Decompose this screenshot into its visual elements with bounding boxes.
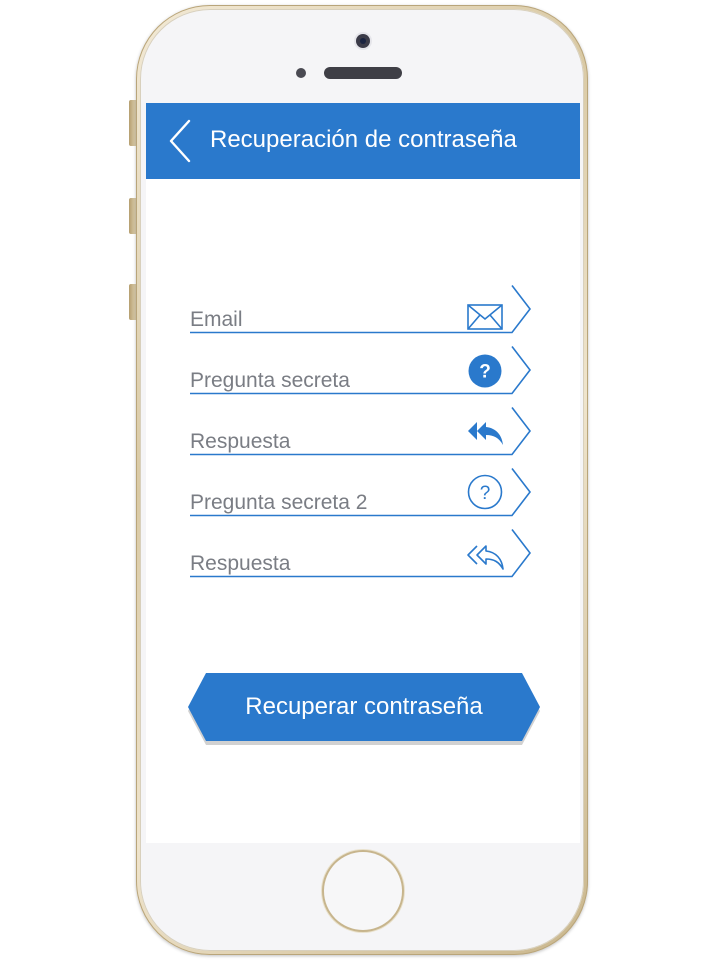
- recover-password-label: Recuperar contraseña: [245, 693, 483, 720]
- recover-password-button[interactable]: Recuperar contraseña: [186, 673, 542, 745]
- chevron-left-icon[interactable]: [168, 118, 194, 164]
- app-header: Recuperación de contraseña: [146, 103, 580, 179]
- app-screen: Recuperación de contraseña Email Pregunt…: [146, 103, 580, 843]
- earpiece-speaker: [324, 67, 402, 79]
- email-field[interactable]: Email: [190, 284, 534, 334]
- secret-question-2-field[interactable]: Pregunta secreta 2 ?: [190, 467, 534, 517]
- secret-question-label: Pregunta secreta: [190, 369, 350, 392]
- answer-field[interactable]: Respuesta: [190, 406, 534, 456]
- secret-question-2-label: Pregunta secreta 2: [190, 491, 368, 514]
- envelope-icon: [467, 304, 503, 330]
- email-field-label: Email: [190, 308, 243, 331]
- reply-all-outline-icon: [467, 545, 504, 570]
- answer-field-label: Respuesta: [190, 430, 291, 453]
- proximity-sensor: [296, 68, 306, 78]
- secret-question-field[interactable]: Pregunta secreta ?: [190, 345, 534, 395]
- answer-2-field-label: Respuesta: [190, 552, 291, 575]
- svg-text:?: ?: [479, 362, 491, 383]
- svg-text:?: ?: [480, 483, 491, 504]
- page-title: Recuperación de contraseña: [210, 126, 517, 153]
- home-button[interactable]: [324, 852, 402, 930]
- answer-2-field[interactable]: Respuesta: [190, 528, 534, 578]
- reply-all-filled-icon: [468, 422, 503, 445]
- question-circle-filled-icon: ?: [468, 354, 502, 388]
- question-circle-outline-icon: ?: [467, 474, 503, 510]
- front-camera-icon: [356, 34, 370, 48]
